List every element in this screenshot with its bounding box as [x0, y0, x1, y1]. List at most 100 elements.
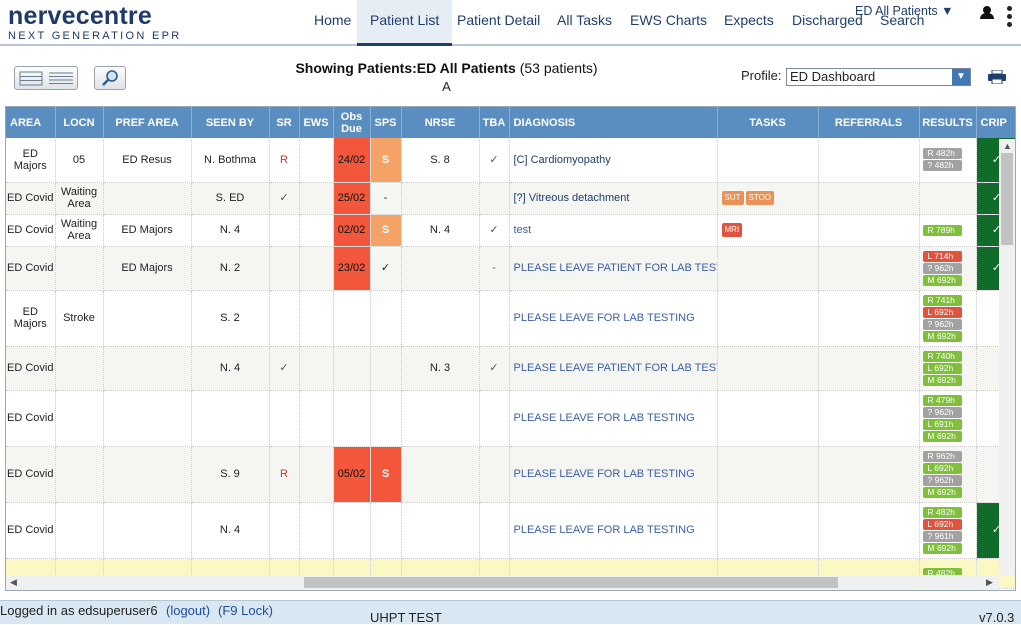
ward-selector[interactable]: ED All Patients ▼ [855, 4, 954, 18]
tasks-cell[interactable] [717, 390, 819, 447]
tasks-cell[interactable] [717, 446, 819, 503]
result-badge[interactable]: M 692h [922, 486, 962, 498]
diagnosis-cell[interactable]: PLEASE LEAVE FOR LAB TESTING [509, 446, 718, 503]
tasks-cell[interactable]: MRI [717, 214, 819, 247]
task-badge[interactable]: STOO [745, 191, 775, 205]
nav-patient-list[interactable]: Patient List [357, 0, 453, 46]
horizontal-scroll-thumb[interactable] [304, 577, 838, 588]
user-icon[interactable] [980, 6, 994, 20]
result-badge[interactable]: L 692h [922, 362, 962, 374]
results-cell[interactable]: R 962h L 692h? 962h M 692h [919, 446, 977, 503]
column-header-sr[interactable]: SR [269, 107, 300, 138]
task-badge[interactable]: MRI [721, 223, 743, 237]
column-header-nrse[interactable]: NRSE [401, 107, 480, 138]
referrals-cell[interactable] [818, 214, 920, 247]
column-header-crip[interactable]: CRIP [976, 107, 1015, 138]
result-badge[interactable]: ? 962h [922, 318, 962, 330]
results-cell[interactable]: R 482h L 692h? 961h M 692h [919, 502, 977, 559]
tasks-cell[interactable]: SUT STOO [717, 182, 819, 215]
patient-row[interactable]: ED Covid Waiting Area ED Majors N. 4 02/02 S N… [6, 214, 1015, 247]
horizontal-scrollbar[interactable]: ◀ ▶ [6, 575, 999, 590]
diagnosis-text[interactable]: PLEASE LEAVE PATIENT FOR LAB TESTING [514, 262, 717, 274]
vertical-scrollbar[interactable]: ▲ [999, 139, 1015, 575]
column-header-referrals[interactable]: REFERRALS [818, 107, 920, 138]
result-badge[interactable]: ? 482h [922, 160, 962, 172]
column-header-seen-by[interactable]: SEEN BY [191, 107, 270, 138]
result-badge[interactable]: R 482h [922, 148, 962, 160]
result-badge[interactable]: M 692h [922, 330, 962, 342]
results-cell[interactable] [919, 182, 977, 215]
nav-home[interactable]: Home [314, 12, 351, 28]
results-cell[interactable]: R 741h L 692h? 962h M 692h [919, 290, 977, 347]
tasks-cell[interactable] [717, 138, 819, 183]
result-badge[interactable]: L 692h [922, 306, 962, 318]
results-cell[interactable]: R 479h? 962h L 691h M 692h [919, 390, 977, 447]
result-badge[interactable]: R 741h [922, 294, 962, 306]
result-badge[interactable]: M 692h [922, 430, 962, 442]
column-header-area[interactable]: AREA [6, 107, 56, 138]
result-badge[interactable]: M 692h [922, 374, 962, 386]
patient-row[interactable]: ED Covid N. 4 PLEASE LEAVE FOR LAB TESTING… [6, 502, 1015, 559]
tasks-cell[interactable] [717, 246, 819, 291]
patient-row[interactable]: ED Covid N. 4 ✓ N. 3 ✓ PLEASE LEAVE PATIENT F… [6, 346, 1015, 391]
result-badge[interactable]: ? 962h [922, 406, 962, 418]
diagnosis-cell[interactable]: PLEASE LEAVE FOR LAB TESTING [509, 290, 718, 347]
diagnosis-text[interactable]: test [514, 224, 532, 236]
result-badge[interactable]: R 482h [922, 506, 962, 518]
result-badge[interactable]: L 691h [922, 418, 962, 430]
result-badge[interactable]: M 692h [922, 542, 962, 554]
vertical-scroll-thumb[interactable] [1001, 153, 1013, 245]
scroll-left-arrow-icon[interactable]: ◀ [10, 577, 17, 588]
patient-row[interactable]: ED Covid PLEASE LEAVE FOR LAB TESTING R 47… [6, 390, 1015, 447]
patient-row[interactable]: ED Covid Waiting Area S. ED ✓ 25/02- [?] Vitr… [6, 182, 1015, 215]
referrals-cell[interactable] [818, 502, 920, 559]
diagnosis-text[interactable]: PLEASE LEAVE FOR LAB TESTING [514, 312, 695, 324]
diagnosis-text[interactable]: PLEASE LEAVE FOR LAB TESTING [514, 468, 695, 480]
referrals-cell[interactable] [818, 182, 920, 215]
diagnosis-text[interactable]: PLEASE LEAVE FOR LAB TESTING [514, 412, 695, 424]
diagnosis-text[interactable]: PLEASE LEAVE FOR LAB TESTING [514, 524, 695, 536]
result-badge[interactable]: R 479h [922, 394, 962, 406]
result-badge[interactable]: R 962h [922, 450, 962, 462]
diagnosis-cell[interactable]: PLEASE LEAVE PATIENT FOR LAB TESTING [509, 246, 718, 291]
more-menu-icon[interactable] [1007, 6, 1013, 30]
column-header-diagnosis[interactable]: DIAGNOSIS [509, 107, 718, 138]
nervecentre-logo[interactable]: nervecentre NEXT GENERATION EPR [8, 2, 181, 42]
referrals-cell[interactable] [818, 390, 920, 447]
referrals-cell[interactable] [818, 290, 920, 347]
printer-icon[interactable] [988, 70, 1006, 84]
patient-row[interactable]: ED Majors Stroke S. 2 PLEASE LEAVE FOR LAB … [6, 290, 1015, 347]
nav-all-tasks[interactable]: All Tasks [557, 12, 612, 28]
referrals-cell[interactable] [818, 346, 920, 391]
column-header-obs-due[interactable]: Obs Due [333, 107, 371, 138]
result-badge[interactable]: ? 962h [922, 474, 962, 486]
results-cell[interactable]: R 482h? 482h [919, 138, 977, 183]
scroll-up-arrow-icon[interactable]: ▲ [1003, 141, 1012, 151]
patient-row[interactable]: ED Majors 05 ED Resus N. Bothma R 24/02 S S. 8 ✓… [6, 138, 1015, 183]
tasks-cell[interactable] [717, 346, 819, 391]
results-cell[interactable]: L 714h? 962h M 692h [919, 246, 977, 291]
nav-discharged[interactable]: Discharged [792, 12, 863, 28]
diagnosis-text[interactable]: [C] Cardiomyopathy [514, 154, 611, 166]
patient-row[interactable]: ED Covid S. 9 R 05/02 S PLEASE LEAVE FOR LAB … [6, 446, 1015, 503]
nav-patient-detail[interactable]: Patient Detail [457, 12, 540, 28]
lock-link[interactable]: (F9 Lock) [218, 603, 273, 618]
result-badge[interactable]: R 740h [922, 350, 962, 362]
referrals-cell[interactable] [818, 138, 920, 183]
tasks-cell[interactable] [717, 290, 819, 347]
result-badge[interactable]: L 692h [922, 518, 962, 530]
logout-link[interactable]: (logout) [166, 603, 210, 618]
result-badge[interactable]: M 692h [922, 274, 962, 286]
profile-select[interactable]: ED Dashboard ▼ [786, 68, 971, 86]
referrals-cell[interactable] [818, 446, 920, 503]
result-badge[interactable]: L 714h [922, 250, 962, 262]
diagnosis-cell[interactable]: [C] Cardiomyopathy [509, 138, 718, 183]
result-badge[interactable]: ? 962h [922, 262, 962, 274]
column-header-tba[interactable]: TBA [479, 107, 510, 138]
result-badge[interactable]: R 789h [922, 224, 962, 236]
scroll-right-arrow-icon[interactable]: ▶ [986, 577, 993, 588]
results-cell[interactable]: R 789h [919, 214, 977, 247]
patient-row[interactable]: ED Covid ED Majors N. 2 23/02 ✓ - PLEASE LEAVE… [6, 246, 1015, 291]
diagnosis-cell[interactable]: PLEASE LEAVE FOR LAB TESTING [509, 390, 718, 447]
result-badge[interactable]: L 692h [922, 462, 962, 474]
